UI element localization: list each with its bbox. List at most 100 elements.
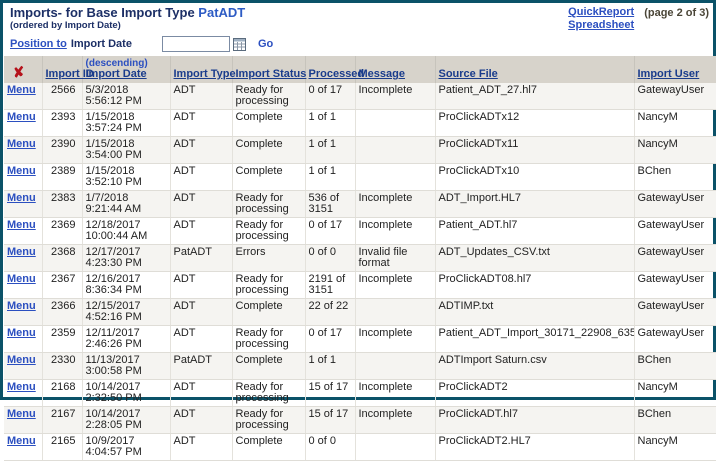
row-menu-link[interactable]: Menu bbox=[7, 327, 36, 339]
cell-import-date: 12/16/2017 8:36:34 PM bbox=[82, 272, 170, 299]
menu-cell: Menu bbox=[4, 299, 42, 326]
cell-import-date: 1/15/2018 3:57:24 PM bbox=[82, 110, 170, 137]
cell-message: Incomplete bbox=[355, 218, 435, 245]
cell-source-file: Patient_ADT.hl7 bbox=[435, 218, 634, 245]
quickreport-link[interactable]: QuickReport bbox=[568, 6, 634, 19]
cell-processed: 2191 of 3151 bbox=[305, 272, 355, 299]
menu-cell: Menu bbox=[4, 164, 42, 191]
cell-import-user: NancyM bbox=[634, 434, 716, 461]
sort-import-type-link[interactable]: Import Type bbox=[174, 68, 236, 80]
cell-source-file: ProClickADT2 bbox=[435, 380, 634, 407]
cell-processed: 1 of 1 bbox=[305, 353, 355, 380]
cell-processed: 1 of 1 bbox=[305, 110, 355, 137]
table-row: Menu216810/14/2017 2:32:50 PMADTReady fo… bbox=[4, 380, 716, 407]
sort-source-file-link[interactable]: Source File bbox=[439, 68, 498, 80]
row-menu-link[interactable]: Menu bbox=[7, 111, 36, 123]
cell-source-file: ADT_Updates_CSV.txt bbox=[435, 245, 634, 272]
cell-message bbox=[355, 164, 435, 191]
table-row: Menu216710/14/2017 2:28:05 PMADTReady fo… bbox=[4, 407, 716, 434]
position-date-input[interactable] bbox=[162, 36, 230, 52]
menu-cell: Menu bbox=[4, 407, 42, 434]
cell-import-id: 2368 bbox=[42, 245, 82, 272]
cell-import-date: 5/3/2018 5:56:12 PM bbox=[82, 83, 170, 110]
delete-column-header: ✘ bbox=[4, 56, 42, 83]
sort-import-date-link[interactable]: Import Date bbox=[86, 68, 147, 80]
cell-message bbox=[355, 110, 435, 137]
imports-table: ✘ Import ID (descending)Import Date Impo… bbox=[4, 56, 716, 461]
cell-processed: 22 of 22 bbox=[305, 299, 355, 326]
cell-message: Incomplete bbox=[355, 83, 435, 110]
row-menu-link[interactable]: Menu bbox=[7, 219, 36, 231]
row-menu-link[interactable]: Menu bbox=[7, 273, 36, 285]
row-menu-link[interactable]: Menu bbox=[7, 84, 36, 96]
page-title-import-type: PatADT bbox=[198, 5, 245, 20]
menu-cell: Menu bbox=[4, 434, 42, 461]
row-menu-link[interactable]: Menu bbox=[7, 192, 36, 204]
menu-cell: Menu bbox=[4, 137, 42, 164]
cell-import-date: 11/13/2017 3:00:58 PM bbox=[82, 353, 170, 380]
column-header-message: Message bbox=[355, 56, 435, 83]
cell-processed: 1 of 1 bbox=[305, 164, 355, 191]
delete-x-icon[interactable]: ✘ bbox=[12, 66, 25, 79]
cell-import-status: Ready for processing bbox=[232, 218, 305, 245]
cell-processed: 15 of 17 bbox=[305, 407, 355, 434]
row-menu-link[interactable]: Menu bbox=[7, 408, 36, 420]
title-block: Imports- for Base Import Type PatADT (or… bbox=[10, 6, 245, 31]
cell-import-status: Ready for processing bbox=[232, 380, 305, 407]
cell-import-id: 2165 bbox=[42, 434, 82, 461]
cell-import-type: ADT bbox=[170, 434, 232, 461]
position-to-link[interactable]: Position to bbox=[10, 38, 67, 50]
cell-import-user: NancyM bbox=[634, 137, 716, 164]
cell-processed: 0 of 17 bbox=[305, 326, 355, 353]
cell-source-file: ADTIMP.txt bbox=[435, 299, 634, 326]
cell-import-status: Ready for processing bbox=[232, 326, 305, 353]
page-title-text: Imports- for Base Import Type bbox=[10, 5, 198, 20]
sort-import-user-link[interactable]: Import User bbox=[638, 68, 700, 80]
cell-processed: 0 of 17 bbox=[305, 218, 355, 245]
row-menu-link[interactable]: Menu bbox=[7, 165, 36, 177]
spreadsheet-link[interactable]: Spreadsheet bbox=[568, 19, 634, 32]
calendar-icon[interactable] bbox=[233, 38, 246, 51]
sort-message-link[interactable]: Message bbox=[359, 68, 405, 80]
cell-import-id: 2359 bbox=[42, 326, 82, 353]
menu-cell: Menu bbox=[4, 380, 42, 407]
sort-processed-link[interactable]: Processed bbox=[309, 68, 365, 80]
cell-import-id: 2167 bbox=[42, 407, 82, 434]
cell-import-type: ADT bbox=[170, 272, 232, 299]
cell-import-status: Complete bbox=[232, 353, 305, 380]
row-menu-link[interactable]: Menu bbox=[7, 435, 36, 447]
page-title: Imports- for Base Import Type PatADT bbox=[10, 6, 245, 20]
cell-processed: 0 of 0 bbox=[305, 245, 355, 272]
sort-import-status-link[interactable]: Import Status bbox=[236, 68, 307, 80]
go-button[interactable]: Go bbox=[258, 38, 273, 50]
cell-import-date: 12/11/2017 2:46:26 PM bbox=[82, 326, 170, 353]
row-menu-link[interactable]: Menu bbox=[7, 138, 36, 150]
cell-import-type: ADT bbox=[170, 191, 232, 218]
cell-source-file: ProClickADTx10 bbox=[435, 164, 634, 191]
row-menu-link[interactable]: Menu bbox=[7, 381, 36, 393]
cell-processed: 536 of 3151 bbox=[305, 191, 355, 218]
cell-import-status: Complete bbox=[232, 137, 305, 164]
column-header-source-file: Source File bbox=[435, 56, 634, 83]
table-row: Menu216510/9/2017 4:04:57 PMADTComplete0… bbox=[4, 434, 716, 461]
page-number-indicator: (page 2 of 3) bbox=[644, 6, 709, 19]
cell-source-file: ADT_Import.HL7 bbox=[435, 191, 634, 218]
cell-message: Incomplete bbox=[355, 191, 435, 218]
cell-import-date: 12/18/2017 10:00:44 AM bbox=[82, 218, 170, 245]
cell-import-status: Ready for processing bbox=[232, 83, 305, 110]
position-to-bar: Position to Import Date Go bbox=[3, 32, 713, 56]
cell-message bbox=[355, 353, 435, 380]
cell-source-file: ProClickADT2.HL7 bbox=[435, 434, 634, 461]
row-menu-link[interactable]: Menu bbox=[7, 246, 36, 258]
cell-import-date: 12/17/2017 4:23:30 PM bbox=[82, 245, 170, 272]
row-menu-link[interactable]: Menu bbox=[7, 300, 36, 312]
cell-import-date: 10/9/2017 4:04:57 PM bbox=[82, 434, 170, 461]
cell-message: Incomplete bbox=[355, 326, 435, 353]
header-right: QuickReport Spreadsheet (page 2 of 3) bbox=[568, 6, 709, 32]
cell-import-type: ADT bbox=[170, 137, 232, 164]
cell-import-id: 2369 bbox=[42, 218, 82, 245]
table-row: Menu236812/17/2017 4:23:30 PMPatADTError… bbox=[4, 245, 716, 272]
cell-import-id: 2566 bbox=[42, 83, 82, 110]
row-menu-link[interactable]: Menu bbox=[7, 354, 36, 366]
cell-import-date: 12/15/2017 4:52:16 PM bbox=[82, 299, 170, 326]
